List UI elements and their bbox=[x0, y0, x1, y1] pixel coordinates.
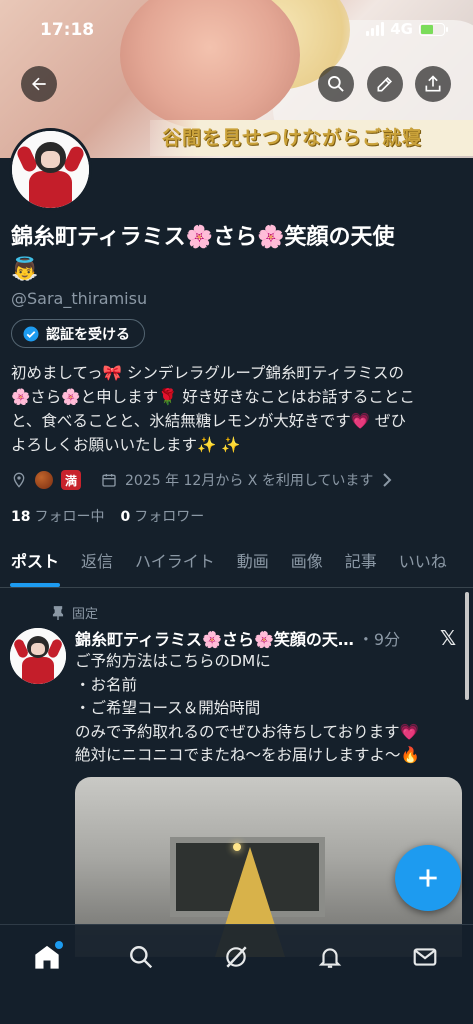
search-button[interactable] bbox=[318, 66, 354, 102]
nav-messages[interactable] bbox=[405, 937, 445, 977]
status-bar: 17:18 4G bbox=[0, 0, 473, 56]
following-label: フォロー中 bbox=[34, 509, 105, 525]
search-icon bbox=[130, 946, 153, 969]
scrollbar[interactable] bbox=[465, 592, 469, 700]
followers-label: フォロワー bbox=[134, 509, 205, 525]
signal-icon bbox=[366, 22, 385, 36]
post-line: ・お名前 bbox=[75, 675, 138, 694]
pencil-icon bbox=[377, 76, 393, 92]
profile-handle: @Sara_thiramisu bbox=[11, 289, 148, 308]
tab-likes[interactable]: いいね bbox=[388, 540, 458, 587]
get-verified-button[interactable]: 認証を受ける bbox=[11, 319, 145, 348]
profile-name-line2: 👼 bbox=[11, 257, 39, 282]
profile-tabs: ポスト 返信 ハイライト 動画 画像 記事 いいね bbox=[0, 540, 473, 588]
battery-icon bbox=[419, 22, 448, 36]
pin-icon bbox=[52, 605, 64, 620]
verified-badge-icon bbox=[23, 326, 39, 341]
tab-articles[interactable]: 記事 bbox=[334, 540, 388, 587]
post-text[interactable]: ご予約方法はこちらのDMに ・お名前 ・ご希望コース＆開始時間 のみで予約取れる… bbox=[75, 650, 465, 768]
bio-line: 🌸さら🌸と申します🌹 好き好きなことはお話することこ bbox=[11, 388, 415, 406]
followers-count: 0 bbox=[120, 509, 131, 525]
edit-button[interactable] bbox=[367, 66, 403, 102]
post-line: ・ご希望コース＆開始時間 bbox=[75, 699, 261, 717]
bio-line: よろしくお願いいたします✨ ✨ bbox=[11, 436, 241, 454]
tab-posts[interactable]: ポスト bbox=[0, 540, 70, 587]
search-icon bbox=[328, 76, 344, 92]
notification-dot bbox=[55, 941, 63, 949]
following-count: 18 bbox=[11, 509, 31, 525]
calendar-icon bbox=[102, 474, 116, 487]
compose-post-button[interactable] bbox=[395, 845, 461, 911]
share-icon bbox=[425, 75, 441, 92]
tab-images[interactable]: 画像 bbox=[280, 540, 334, 587]
tab-highlights[interactable]: ハイライト bbox=[124, 540, 226, 587]
chevron-right-icon[interactable] bbox=[381, 473, 393, 487]
back-button[interactable] bbox=[21, 66, 57, 102]
profile-name: 錦糸町ティラミス🌸さら🌸笑顔の天使 👼 bbox=[11, 222, 463, 286]
pinned-indicator: 固定 bbox=[52, 603, 98, 622]
x-logo-icon[interactable]: 𝕏 bbox=[440, 626, 456, 650]
status-time: 17:18 bbox=[40, 20, 95, 40]
followers-link[interactable]: 0 フォロワー bbox=[120, 506, 204, 526]
following-link[interactable]: 18 フォロー中 bbox=[11, 506, 104, 526]
post-timestamp[interactable]: ・9分 bbox=[358, 626, 400, 650]
share-button[interactable] bbox=[415, 66, 451, 102]
get-verified-label: 認証を受ける bbox=[46, 326, 130, 343]
profile-meta: 満 2025 年 12月から X を利用しています bbox=[11, 470, 393, 490]
post-line: 絶対にニコニコでまたね〜をお届けしますよ〜🔥 bbox=[75, 746, 420, 764]
post-line: ご予約方法はこちらのDMに bbox=[75, 652, 271, 670]
post-avatar[interactable] bbox=[10, 628, 66, 684]
nav-grok[interactable] bbox=[216, 937, 256, 977]
tab-replies[interactable]: 返信 bbox=[70, 540, 124, 587]
post-line: のみで予約取れるのでぜひお待ちしております💗 bbox=[75, 722, 419, 741]
tab-videos[interactable]: 動画 bbox=[226, 540, 280, 587]
follow-stats: 18 フォロー中 0 フォロワー bbox=[11, 506, 204, 526]
bottom-navigation bbox=[0, 924, 473, 1024]
profile-bio: 初めましてっ🎀 シンデレラグループ錦糸町ティラミスの 🌸さら🌸と申します🌹 好き… bbox=[11, 361, 463, 457]
post-header: 錦糸町ティラミス🌸さら🌸笑顔の天… ・9分 bbox=[75, 626, 435, 650]
messages-icon bbox=[413, 948, 437, 966]
grok-icon bbox=[226, 946, 247, 968]
plus-icon bbox=[419, 869, 437, 887]
profile-avatar[interactable] bbox=[9, 128, 92, 211]
network-label: 4G bbox=[390, 20, 413, 38]
notifications-icon bbox=[318, 948, 342, 968]
banner-caption: 谷間を見せつけながらご就寝 bbox=[150, 120, 473, 156]
back-arrow-icon bbox=[32, 77, 46, 91]
post-author-name[interactable]: 錦糸町ティラミス🌸さら🌸笑顔の天… bbox=[75, 626, 354, 650]
bio-line: 初めましてっ🎀 シンデレラグループ錦糸町ティラミスの bbox=[11, 364, 404, 382]
profile-name-line1: 錦糸町ティラミス🌸さら🌸笑顔の天使 bbox=[11, 225, 395, 250]
nav-home[interactable] bbox=[27, 937, 67, 977]
pinned-label: 固定 bbox=[72, 607, 99, 622]
status-indicators: 4G bbox=[366, 20, 448, 38]
bio-line: と、食べることと、氷結無糖レモンが大好きです💗 ぜひ bbox=[11, 412, 406, 430]
location-badge: 満 bbox=[61, 470, 81, 490]
basketball-icon bbox=[35, 471, 53, 489]
location-icon bbox=[13, 472, 25, 488]
nav-notifications[interactable] bbox=[310, 937, 350, 977]
nav-search[interactable] bbox=[121, 937, 161, 977]
joined-date[interactable]: 2025 年 12月から X を利用しています bbox=[125, 470, 373, 490]
